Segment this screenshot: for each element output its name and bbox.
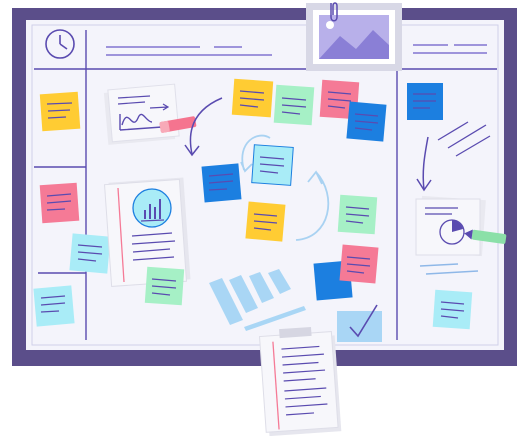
sticky-note — [231, 78, 274, 118]
sticky-note — [273, 84, 315, 126]
planning-board-illustration — [12, 2, 517, 436]
sticky-note — [39, 182, 80, 224]
sticky-note — [39, 91, 81, 132]
sticky-note — [339, 244, 379, 284]
sticky-note — [144, 266, 185, 306]
sticky-note — [337, 194, 378, 235]
sticky-note — [251, 144, 294, 186]
sticky-note — [69, 233, 111, 274]
document-card — [415, 195, 486, 257]
notepad — [258, 326, 342, 436]
sticky-note — [346, 101, 387, 142]
sticky-note — [407, 83, 443, 120]
photo-card — [306, 3, 402, 71]
document-card — [103, 83, 180, 145]
sticky-note — [245, 201, 286, 242]
sticky-note — [432, 289, 473, 330]
sticky-note — [201, 163, 242, 203]
bar-chart-icon — [132, 188, 172, 228]
clock-icon — [45, 29, 75, 59]
sticky-note — [33, 285, 75, 327]
